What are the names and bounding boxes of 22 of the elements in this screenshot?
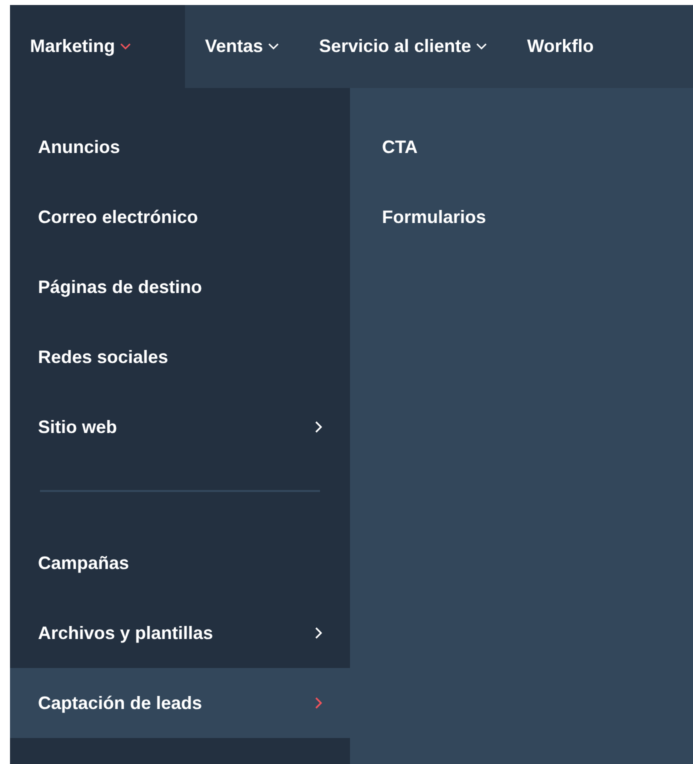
menu-item[interactable]: Sitio web	[10, 392, 350, 462]
menu-item-label: Páginas de destino	[38, 276, 202, 298]
nav-tab[interactable]: Ventas	[185, 5, 300, 88]
menu-item-label: Campañas	[38, 552, 130, 574]
menu-item-label: Anuncios	[38, 136, 120, 158]
menu-item[interactable]: Archivos y plantillas	[10, 598, 350, 668]
menu-item-label: Correo electrónico	[38, 206, 198, 228]
nav-tab[interactable]: Workflo	[507, 5, 614, 88]
menu-item[interactable]: Correo electrónico	[10, 182, 350, 252]
menu-item[interactable]: Captación de leads	[10, 668, 350, 738]
menu-item-label: Archivos y plantillas	[38, 622, 214, 644]
menu-item[interactable]: Campañas	[10, 528, 350, 598]
menu-item[interactable]: Redes sociales	[10, 322, 350, 392]
menu-item-label: Redes sociales	[38, 346, 168, 368]
menu-item[interactable]: Anuncios	[10, 112, 350, 182]
nav-tab[interactable]: Servicio al cliente	[299, 5, 508, 88]
menu-item[interactable]: Páginas de destino	[10, 252, 350, 322]
submenu-item[interactable]: Formularios	[350, 182, 693, 252]
menu-item-label: Captación de leads	[38, 692, 202, 714]
nav-tab[interactable]: Marketing	[10, 5, 185, 88]
menu-item-label: Sitio web	[38, 416, 118, 438]
submenu-item[interactable]: CTA	[350, 112, 693, 182]
